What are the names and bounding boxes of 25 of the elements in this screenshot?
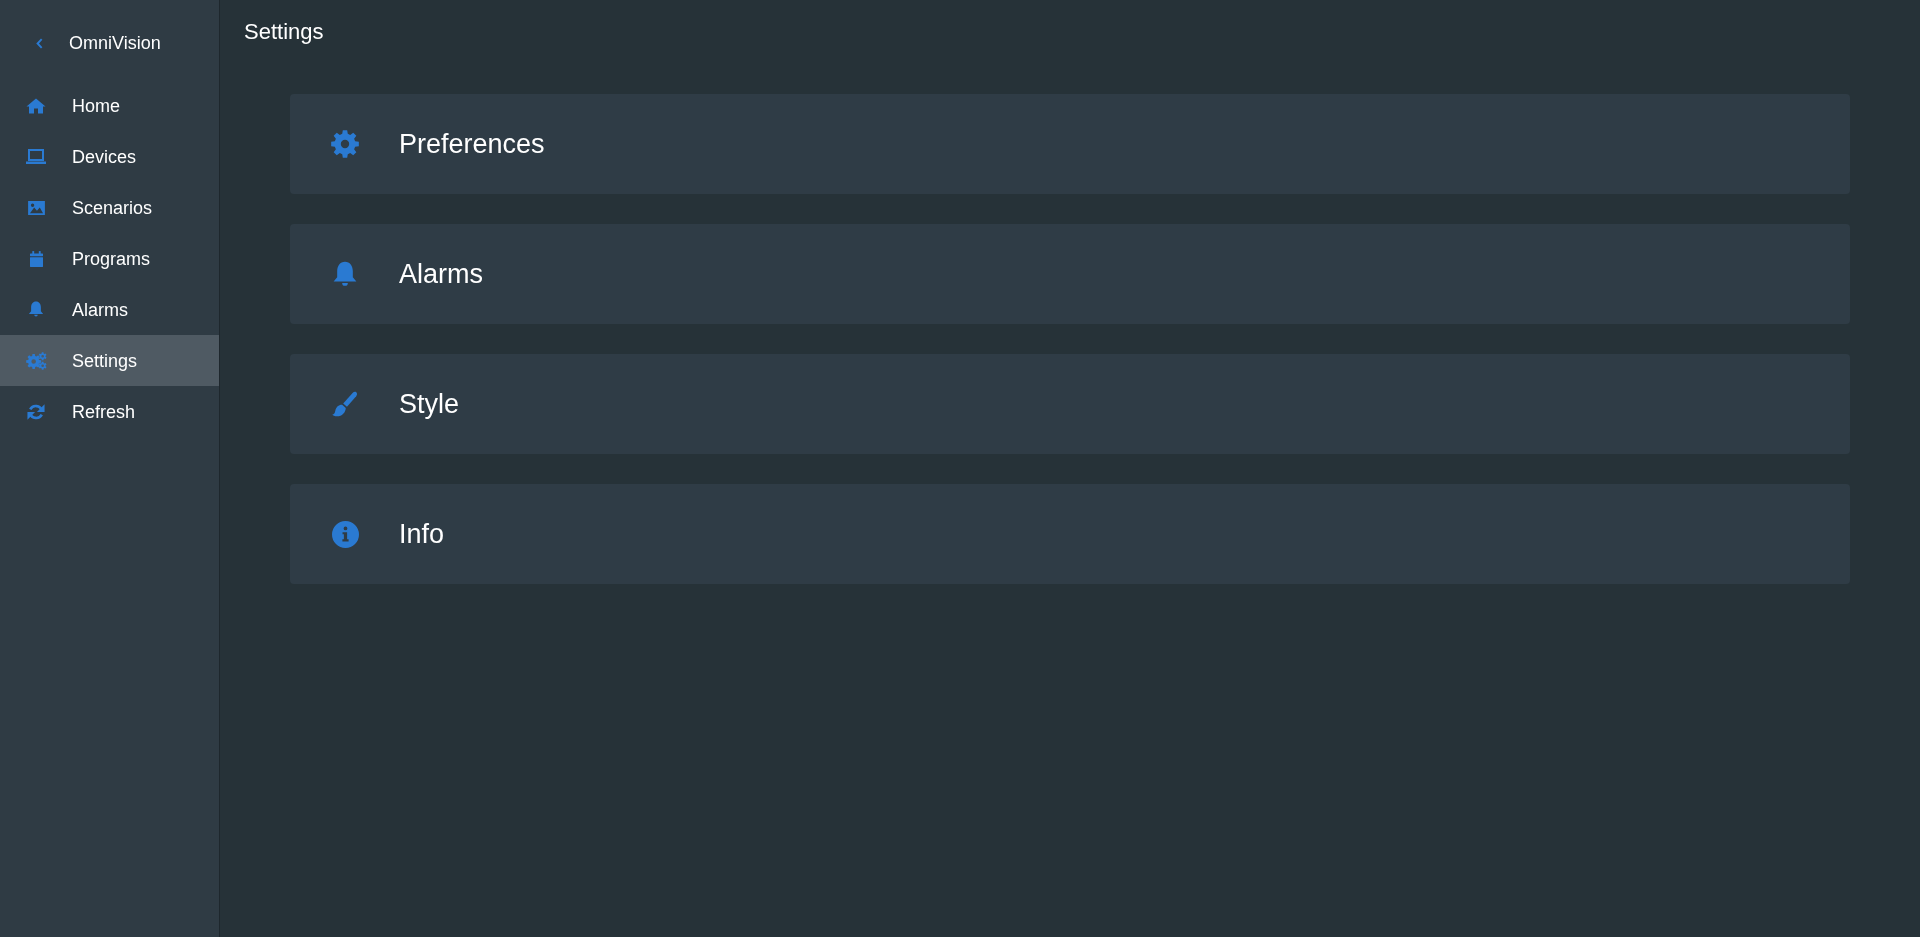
image-icon	[27, 200, 45, 215]
gear-icon	[331, 130, 359, 158]
settings-card[interactable]: Style	[290, 354, 1850, 454]
calendar-icon	[29, 250, 43, 267]
chevron-left-icon[interactable]	[36, 37, 43, 49]
settings-card[interactable]: Preferences	[290, 94, 1850, 194]
sidebar-item[interactable]: Refresh	[0, 386, 219, 437]
paintbrush-icon	[332, 391, 358, 417]
sidebar-item[interactable]: Home	[0, 80, 219, 131]
gears-icon	[25, 351, 47, 370]
laptop-icon	[26, 149, 46, 164]
info-icon	[331, 520, 359, 548]
app-title: OmniVision	[69, 34, 161, 52]
sidebar-item[interactable]: Alarms	[0, 284, 219, 335]
settings-card[interactable]: Info	[290, 484, 1850, 584]
sidebar-item[interactable]: Devices	[0, 131, 219, 182]
settings-card[interactable]: Alarms	[290, 224, 1850, 324]
sidebar-item[interactable]: Scenarios	[0, 182, 219, 233]
bell-icon	[332, 260, 358, 288]
sidebar-item[interactable]: Settings	[0, 335, 219, 386]
page-title: Settings	[244, 21, 324, 43]
home-icon	[26, 97, 46, 114]
sidebar-item[interactable]: Programs	[0, 233, 219, 284]
bell-icon	[28, 301, 44, 318]
sync-icon	[27, 402, 45, 421]
